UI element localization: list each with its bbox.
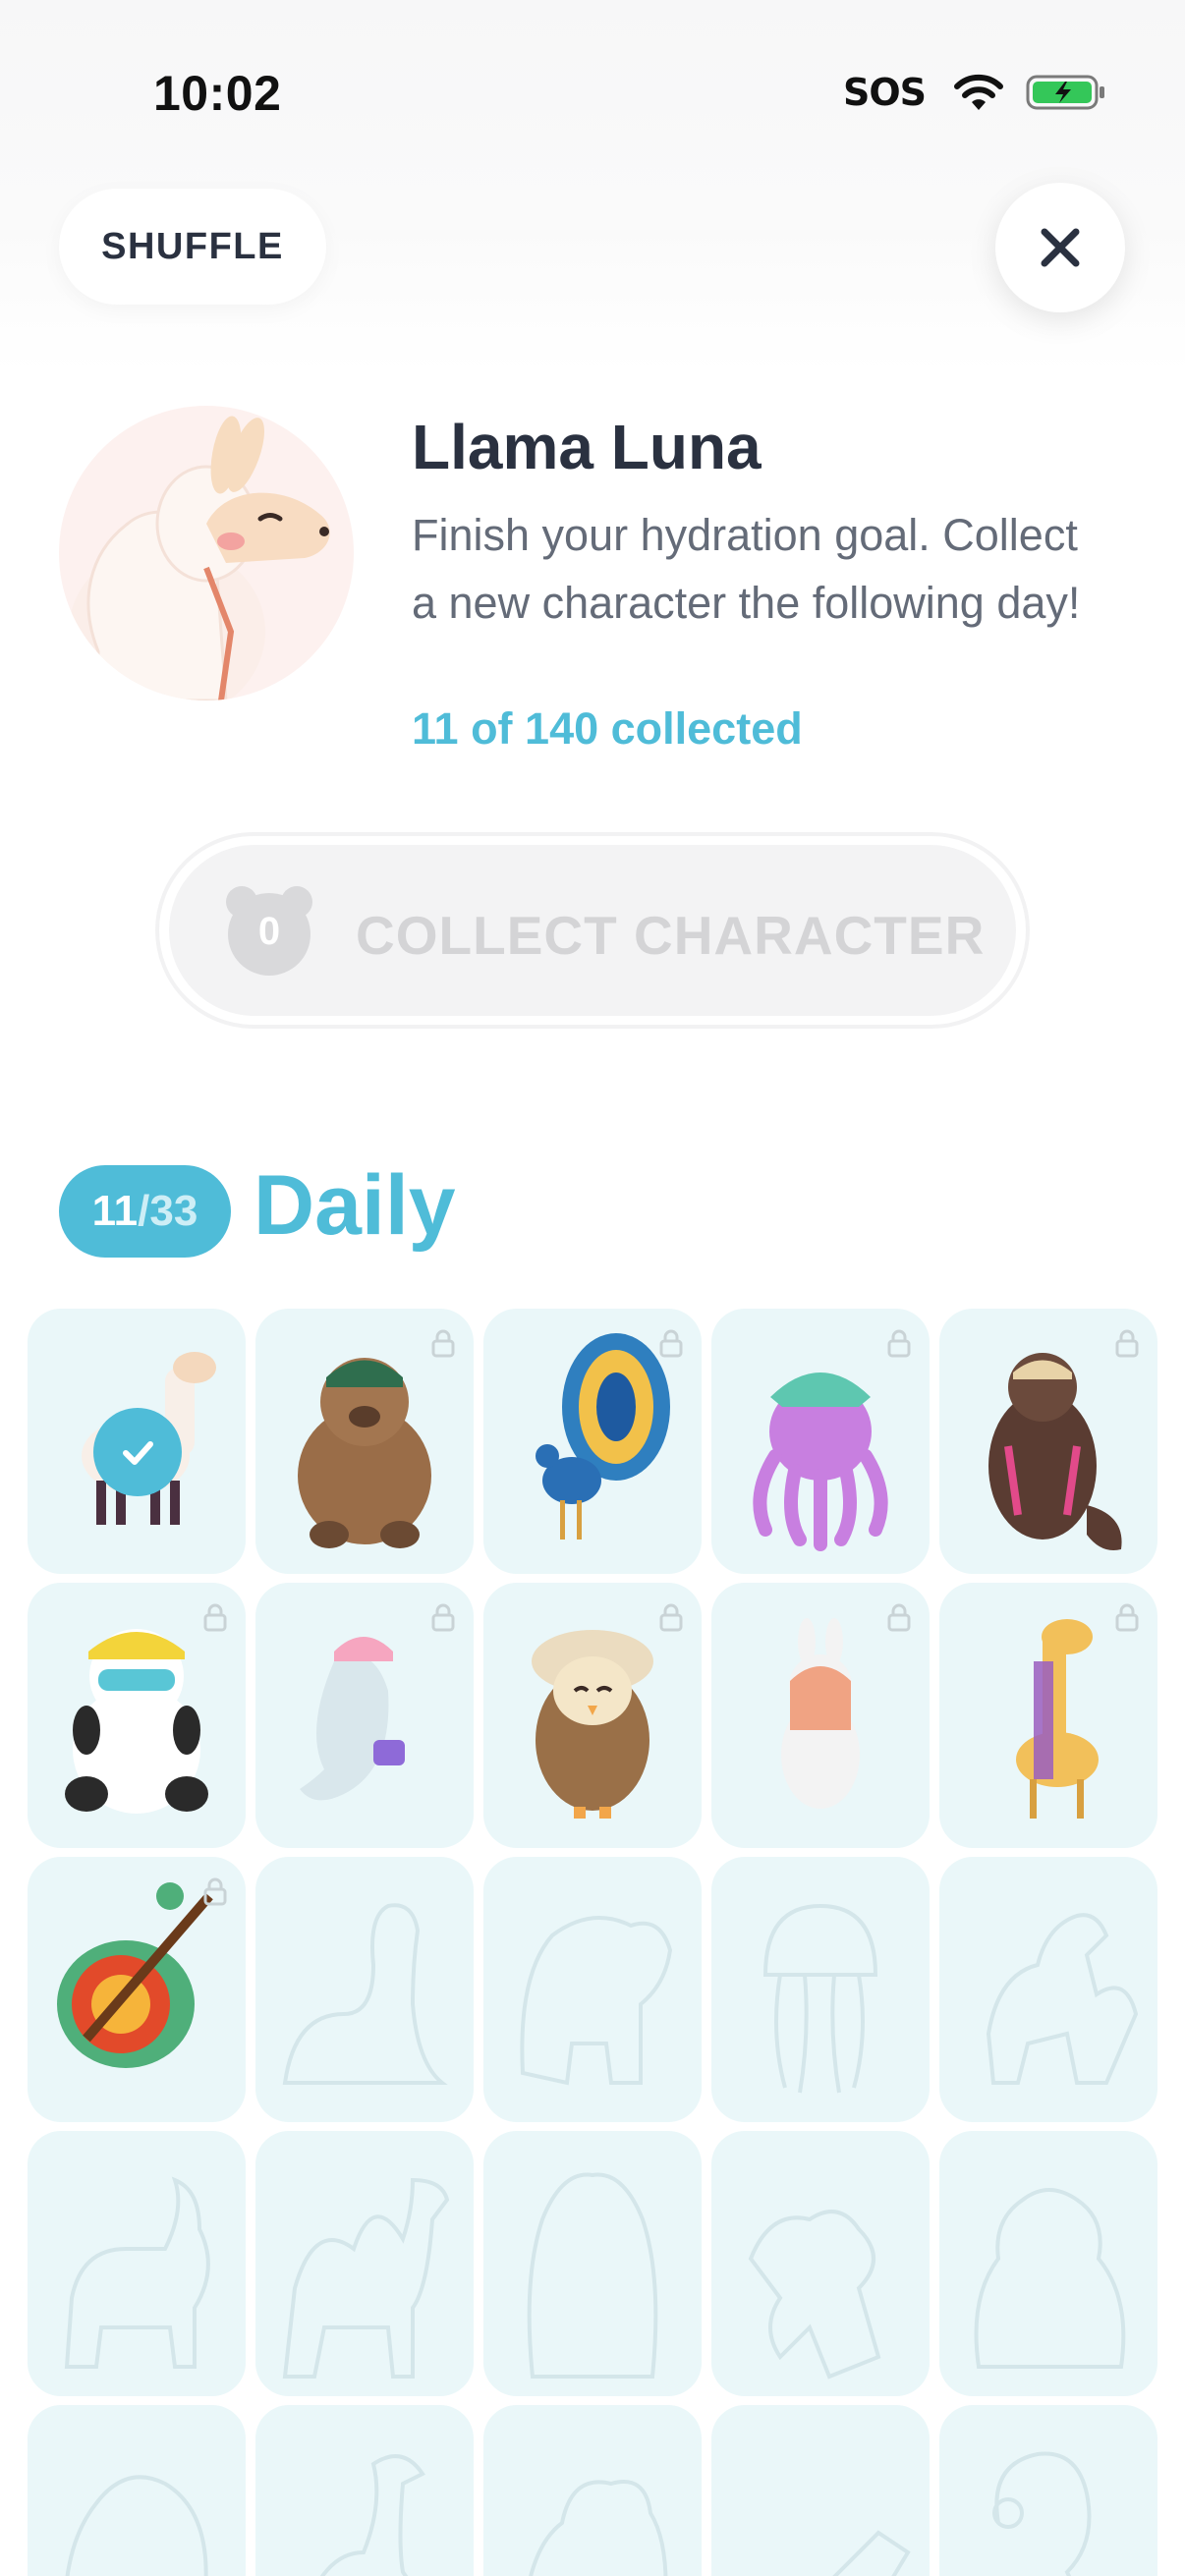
dog-illustration: [748, 2210, 881, 2380]
close-icon: [1041, 228, 1080, 267]
collection-progress: 11 of 140 collected: [412, 703, 803, 754]
elephant-illustration: [520, 1916, 673, 2086]
character-tile-ostrich[interactable]: [255, 2405, 474, 2576]
lock-icon: [887, 1329, 911, 1358]
checkmark-icon: [93, 1408, 182, 1496]
character-tile-raccoon[interactable]: [939, 2131, 1157, 2396]
character-tile-turtle[interactable]: [28, 1857, 246, 2122]
horse-illustration: [986, 1913, 1139, 2085]
header-background: [0, 0, 1185, 373]
character-tile-bear[interactable]: [255, 1309, 474, 1574]
collect-label: COLLECT CHARACTER: [356, 905, 986, 966]
character-tile-frog[interactable]: [483, 2405, 702, 2576]
sos-indicator: SOS: [843, 71, 927, 114]
character-tile-goat[interactable]: [28, 2131, 246, 2396]
character-tile-hamster[interactable]: [483, 2131, 702, 2396]
character-tile-flamingo[interactable]: [939, 2405, 1157, 2576]
lock-icon: [203, 1603, 227, 1632]
character-tile-octopus[interactable]: [711, 1309, 930, 1574]
ostrich-illustration: [319, 2454, 425, 2576]
character-tile-elephant[interactable]: [483, 1857, 702, 2122]
crocodile-illustration: [832, 2530, 911, 2576]
lock-icon: [1115, 1603, 1139, 1632]
count-current: 11: [91, 1187, 139, 1235]
coin-count: 0: [257, 910, 281, 953]
lock-icon: [887, 1603, 911, 1632]
llama-illustration: [69, 416, 330, 700]
count-separator: /: [138, 1187, 150, 1235]
character-tile-pig[interactable]: [28, 2405, 246, 2576]
close-button[interactable]: [995, 183, 1125, 312]
character-tile-llama[interactable]: [28, 1309, 246, 1574]
shuffle-button[interactable]: SHUFFLE: [59, 189, 326, 305]
battery-icon: [1026, 75, 1105, 110]
camel-illustration: [282, 2177, 450, 2379]
character-tile-peacock[interactable]: [483, 1309, 702, 1574]
section-title: Daily: [254, 1158, 456, 1253]
character-name: Llama Luna: [412, 412, 762, 482]
status-time: 10:02: [153, 66, 282, 121]
jellyfish-illustration: [762, 1903, 878, 2094]
character-tile-jellyfish[interactable]: [711, 1857, 930, 2122]
lock-icon: [659, 1603, 683, 1632]
section-count-badge: 11/33: [59, 1165, 231, 1258]
character-tile-beluga[interactable]: [255, 1583, 474, 1848]
lock-icon: [431, 1329, 455, 1358]
pig-illustration: [65, 2475, 208, 2576]
count-total: 33: [149, 1187, 198, 1235]
character-tile-otter[interactable]: [939, 1309, 1157, 1574]
status-icons: SOS: [843, 71, 1106, 114]
collect-character-button[interactable]: 0 COLLECT CHARACTER: [169, 845, 1016, 1016]
goat-illustration: [64, 2176, 210, 2369]
character-tile-bunny[interactable]: [711, 1583, 930, 1848]
character-avatar: [59, 406, 354, 700]
character-tile-camel[interactable]: [255, 2131, 474, 2396]
character-tile-horse[interactable]: [939, 1857, 1157, 2122]
character-description: Finish your hydration goal. Collect a ne…: [412, 510, 1081, 628]
character-tile-panda[interactable]: [28, 1583, 246, 1848]
character-tile-crocodile[interactable]: [711, 2405, 930, 2576]
lock-icon: [203, 1877, 227, 1906]
character-tile-giraffe[interactable]: [939, 1583, 1157, 1848]
character-tile-owl[interactable]: [483, 1583, 702, 1848]
lock-icon: [659, 1329, 683, 1358]
flamingo-illustration: [992, 2451, 1092, 2576]
hamster-illustration: [527, 2172, 658, 2379]
character-tile-dog[interactable]: [711, 2131, 930, 2396]
wifi-icon: [954, 74, 1004, 110]
coin-badge: 0: [220, 880, 318, 979]
character-tile-dinosaur[interactable]: [255, 1857, 474, 2122]
dinosaur-illustration: [282, 1903, 448, 2085]
lock-icon: [1115, 1329, 1139, 1358]
frog-illustration: [529, 2480, 668, 2576]
lock-icon: [431, 1603, 455, 1632]
raccoon-illustration: [974, 2188, 1126, 2369]
